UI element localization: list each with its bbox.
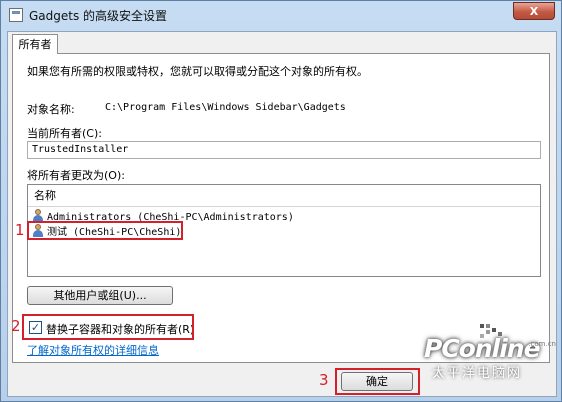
window-icon: [9, 8, 23, 22]
annotation-box-2: [22, 314, 194, 340]
annotation-step-1: 1: [15, 221, 25, 239]
learn-more-link[interactable]: 了解对象所有权的详细信息: [27, 342, 159, 358]
current-owner-field[interactable]: TrustedInstaller: [27, 141, 541, 159]
annotation-step-2: 2: [11, 317, 21, 335]
object-name-value: C:\Program Files\Windows Sidebar\Gadgets: [105, 102, 346, 113]
close-icon: X: [529, 4, 539, 18]
description-text: 如果您有所需的权限或特权，您就可以取得或分配这个对象的所有权。: [27, 65, 368, 78]
close-button[interactable]: X: [513, 2, 555, 20]
tab-owner[interactable]: 所有者: [12, 34, 58, 54]
other-users-button[interactable]: 其他用户或组(U)...: [27, 286, 173, 305]
annotation-box-3: [335, 368, 420, 395]
annotation-box-1: [27, 221, 183, 240]
change-owner-label: 将所有者更改为(O):: [27, 169, 125, 182]
pconline-watermark: PConline .com.cn 太平洋电脑网: [424, 322, 556, 398]
watermark-logo: PConline: [424, 334, 541, 363]
window-title: Gadgets 的高级安全设置: [29, 9, 168, 23]
object-name-label: 对象名称:: [27, 103, 75, 116]
annotation-step-3: 3: [319, 371, 329, 389]
title-bar[interactable]: Gadgets 的高级安全设置 X: [1, 1, 561, 29]
current-owner-label: 当前所有者(C):: [27, 127, 102, 140]
watermark-tagline: 太平洋电脑网: [432, 366, 523, 381]
column-header-name[interactable]: 名称: [28, 185, 540, 207]
watermark-domain: .com.cn: [528, 340, 556, 348]
